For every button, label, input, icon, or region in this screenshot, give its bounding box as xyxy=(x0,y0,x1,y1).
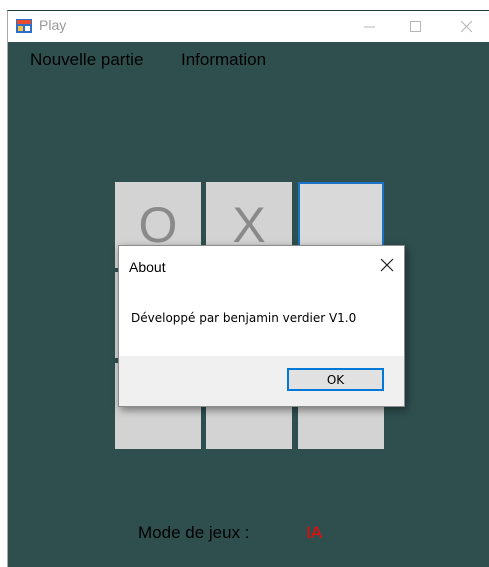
minimize-button[interactable] xyxy=(347,11,393,42)
maximize-button[interactable] xyxy=(393,11,439,42)
about-dialog-title-bar[interactable]: About xyxy=(119,246,404,286)
about-dialog-body: Développé par benjamin verdier V1.0 xyxy=(119,286,404,356)
close-icon[interactable] xyxy=(378,256,396,274)
window-title: Play xyxy=(39,17,67,33)
game-mode-label: Mode de jeux : xyxy=(138,523,250,542)
about-dialog: About Développé par benjamin verdier V1.… xyxy=(118,245,405,407)
about-message: Développé par benjamin verdier V1.0 xyxy=(131,311,357,325)
ok-button[interactable]: OK xyxy=(287,368,384,391)
close-icon xyxy=(461,20,473,32)
menu-nouvelle-partie[interactable]: Nouvelle partie xyxy=(30,50,143,70)
minimize-icon xyxy=(364,26,375,27)
menu-bar: Nouvelle partie Information xyxy=(8,42,489,74)
menu-information[interactable]: Information xyxy=(181,50,266,70)
title-bar[interactable]: Play xyxy=(8,11,489,42)
game-mode-value: IA xyxy=(306,523,323,542)
maximize-icon xyxy=(410,20,421,32)
close-button[interactable] xyxy=(444,11,489,42)
about-dialog-title: About xyxy=(129,259,166,275)
game-window-icon xyxy=(16,19,32,33)
